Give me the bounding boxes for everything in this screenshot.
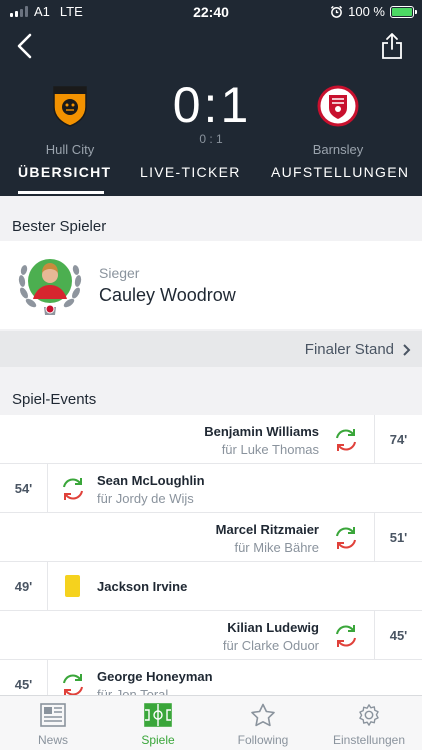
event-row[interactable]: 45' George Honeyman für Jon Toral: [0, 660, 422, 695]
player-out: für Jon Toral: [97, 687, 169, 695]
event-row[interactable]: Kilian Ludewig für Clarke Oduor 45': [0, 611, 422, 660]
best-player-card[interactable]: Sieger Cauley Woodrow: [0, 241, 422, 329]
away-score: 1: [220, 77, 250, 133]
away-team[interactable]: Barnsley: [278, 84, 398, 157]
player-in: Marcel Ritzmaier: [215, 522, 319, 537]
best-player-name: Cauley Woodrow: [99, 285, 236, 305]
back-chevron-icon[interactable]: [14, 32, 38, 60]
event-row[interactable]: 54' Sean McLoughlin für Jordy de Wijs: [0, 464, 422, 513]
bottom-tab-bar: News Spiele Following Einstellungen: [0, 695, 422, 750]
tab-aufstellungen[interactable]: AUFSTELLUNGEN: [271, 164, 409, 180]
tab-uebersicht[interactable]: ÜBERSICHT: [18, 164, 111, 180]
gear-icon: [359, 704, 379, 726]
battery-percent: 100 %: [348, 4, 385, 19]
final-standing-link[interactable]: Finaler Stand: [0, 331, 422, 367]
substitution-icon: [63, 674, 83, 695]
event-minute: 74': [374, 415, 422, 464]
player-in: Benjamin Williams: [204, 424, 319, 439]
event-minute: 45': [0, 660, 48, 695]
player-out: für Luke Thomas: [221, 442, 319, 457]
home-score: 0: [172, 77, 202, 133]
nav-news[interactable]: News: [0, 696, 106, 750]
pitch-icon: [144, 703, 172, 727]
winner-caption: Sieger: [99, 265, 140, 281]
nav-einstellungen[interactable]: Einstellungen: [316, 696, 422, 750]
event-minute: 51': [374, 513, 422, 562]
substitution-icon: [336, 527, 356, 549]
share-icon[interactable]: [380, 32, 404, 60]
player-in: George Honeyman: [97, 669, 213, 684]
player-out: für Clarke Oduor: [222, 638, 319, 653]
star-icon: [251, 703, 275, 727]
event-row[interactable]: 49' Jackson Irvine: [0, 562, 422, 611]
match-tabs: ÜBERSICHT LIVE-TICKER AUFSTELLUNGEN: [0, 160, 422, 196]
match-header: A1 LTE 22:40 100 % Hull City 0:1 0 : 1 B…: [0, 0, 422, 196]
final-standing-label: Finaler Stand: [304, 341, 394, 358]
event-minute: 45': [374, 611, 422, 660]
events-heading: Spiel-Events: [12, 391, 97, 408]
yellow-card-icon: [65, 575, 80, 597]
barnsley-crest-icon: [317, 85, 359, 127]
nav-einstellungen-label: Einstellungen: [332, 733, 406, 747]
away-team-name: Barnsley: [312, 142, 364, 157]
best-player-heading: Bester Spieler: [12, 218, 107, 235]
substitution-icon: [336, 429, 356, 451]
substitution-icon: [336, 625, 356, 647]
substitution-icon: [63, 478, 83, 500]
nav-news-label: News: [37, 733, 68, 747]
alarm-icon: [330, 5, 343, 18]
player-out: für Jordy de Wijs: [97, 491, 194, 506]
status-bar: A1 LTE 22:40 100 %: [0, 0, 422, 22]
tab-live-ticker[interactable]: LIVE-TICKER: [140, 164, 241, 180]
nav-spiele[interactable]: Spiele: [105, 696, 211, 750]
nav-following-label: Following: [237, 733, 289, 747]
event-row[interactable]: Marcel Ritzmaier für Mike Bähre 51': [0, 513, 422, 562]
event-row[interactable]: Benjamin Williams für Luke Thomas 74': [0, 415, 422, 464]
player-out: für Mike Bähre: [234, 540, 319, 555]
battery-icon: [390, 5, 417, 18]
events-list: Benjamin Williams für Luke Thomas 74' 54…: [0, 415, 422, 695]
event-minute: 54': [0, 464, 48, 513]
nav-following[interactable]: Following: [210, 696, 316, 750]
event-minute: 49': [0, 562, 48, 611]
news-icon: [40, 703, 66, 727]
player-name: Jackson Irvine: [97, 579, 188, 594]
player-laurel-avatar: [18, 259, 82, 315]
chevron-right-icon: [403, 344, 411, 356]
active-tab-indicator: [18, 191, 104, 194]
player-in: Kilian Ludewig: [227, 620, 319, 635]
nav-spiele-label: Spiele: [141, 733, 175, 747]
player-in: Sean McLoughlin: [97, 473, 205, 488]
score-separator: :: [203, 77, 219, 133]
